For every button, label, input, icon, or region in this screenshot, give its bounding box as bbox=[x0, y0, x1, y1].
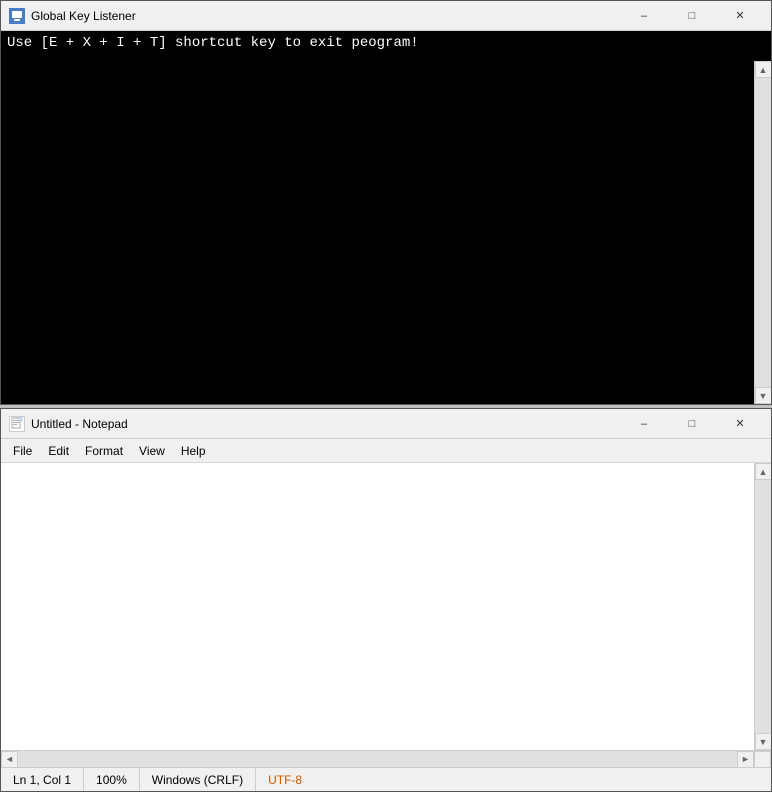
status-line-ending: Windows (CRLF) bbox=[140, 768, 256, 791]
notepad-minimize-button[interactable]: – bbox=[621, 409, 667, 439]
notepad-scroll-track-h[interactable] bbox=[18, 751, 737, 767]
global-key-listener-window: Global Key Listener – □ ✕ Use [E + X + I… bbox=[0, 0, 772, 405]
notepad-editor[interactable] bbox=[1, 463, 754, 750]
menu-help[interactable]: Help bbox=[173, 442, 214, 460]
notepad-statusbar: Ln 1, Col 1 100% Windows (CRLF) UTF-8 bbox=[1, 767, 771, 791]
glk-scroll-up-button[interactable]: ▲ bbox=[755, 61, 772, 78]
glk-title: Global Key Listener bbox=[31, 9, 136, 23]
status-encoding: UTF-8 bbox=[256, 768, 314, 791]
notepad-scroll-right-button[interactable]: ► bbox=[737, 751, 754, 768]
glk-minimize-button[interactable]: – bbox=[621, 1, 667, 31]
notepad-scroll-track-v[interactable] bbox=[755, 480, 771, 733]
notepad-vertical-scrollbar: ▲ ▼ bbox=[754, 463, 771, 750]
notepad-window: Untitled - Notepad – □ ✕ File Edit Forma… bbox=[0, 408, 772, 792]
notepad-scroll-left-button[interactable]: ◄ bbox=[1, 751, 18, 768]
notepad-app-icon bbox=[9, 416, 25, 432]
menu-edit[interactable]: Edit bbox=[40, 442, 77, 460]
notepad-scroll-up-button[interactable]: ▲ bbox=[755, 463, 772, 480]
glk-app-icon bbox=[9, 8, 25, 24]
glk-close-button[interactable]: ✕ bbox=[717, 1, 763, 31]
notepad-horizontal-scrollbar: ◄ ► bbox=[1, 750, 771, 767]
status-position: Ln 1, Col 1 bbox=[1, 768, 84, 791]
notepad-titlebar: Untitled - Notepad – □ ✕ bbox=[1, 409, 771, 439]
menu-view[interactable]: View bbox=[131, 442, 173, 460]
notepad-titlebar-left: Untitled - Notepad bbox=[9, 416, 128, 432]
notepad-menubar: File Edit Format View Help bbox=[1, 439, 771, 463]
notepad-body: ▲ ▼ bbox=[1, 463, 771, 750]
glk-vertical-scrollbar: ▲ ▼ bbox=[754, 61, 771, 404]
glk-terminal-content: Use [E + X + I + T] shortcut key to exit… bbox=[1, 31, 771, 404]
menu-format[interactable]: Format bbox=[77, 442, 131, 460]
notepad-close-button[interactable]: ✕ bbox=[717, 409, 763, 439]
glk-scroll-track[interactable] bbox=[755, 78, 771, 387]
scrollbar-corner bbox=[754, 751, 771, 768]
notepad-title: Untitled - Notepad bbox=[31, 417, 128, 431]
menu-file[interactable]: File bbox=[5, 442, 40, 460]
glk-terminal-text: Use [E + X + I + T] shortcut key to exit… bbox=[7, 35, 419, 51]
status-zoom: 100% bbox=[84, 768, 140, 791]
glk-titlebar: Global Key Listener – □ ✕ bbox=[1, 1, 771, 31]
glk-scroll-down-button[interactable]: ▼ bbox=[755, 387, 772, 404]
glk-window-controls: – □ ✕ bbox=[621, 1, 763, 31]
notepad-window-controls: – □ ✕ bbox=[621, 409, 763, 439]
notepad-scroll-down-button[interactable]: ▼ bbox=[755, 733, 772, 750]
glk-maximize-button[interactable]: □ bbox=[669, 1, 715, 31]
notepad-maximize-button[interactable]: □ bbox=[669, 409, 715, 439]
glk-titlebar-left: Global Key Listener bbox=[9, 8, 136, 24]
